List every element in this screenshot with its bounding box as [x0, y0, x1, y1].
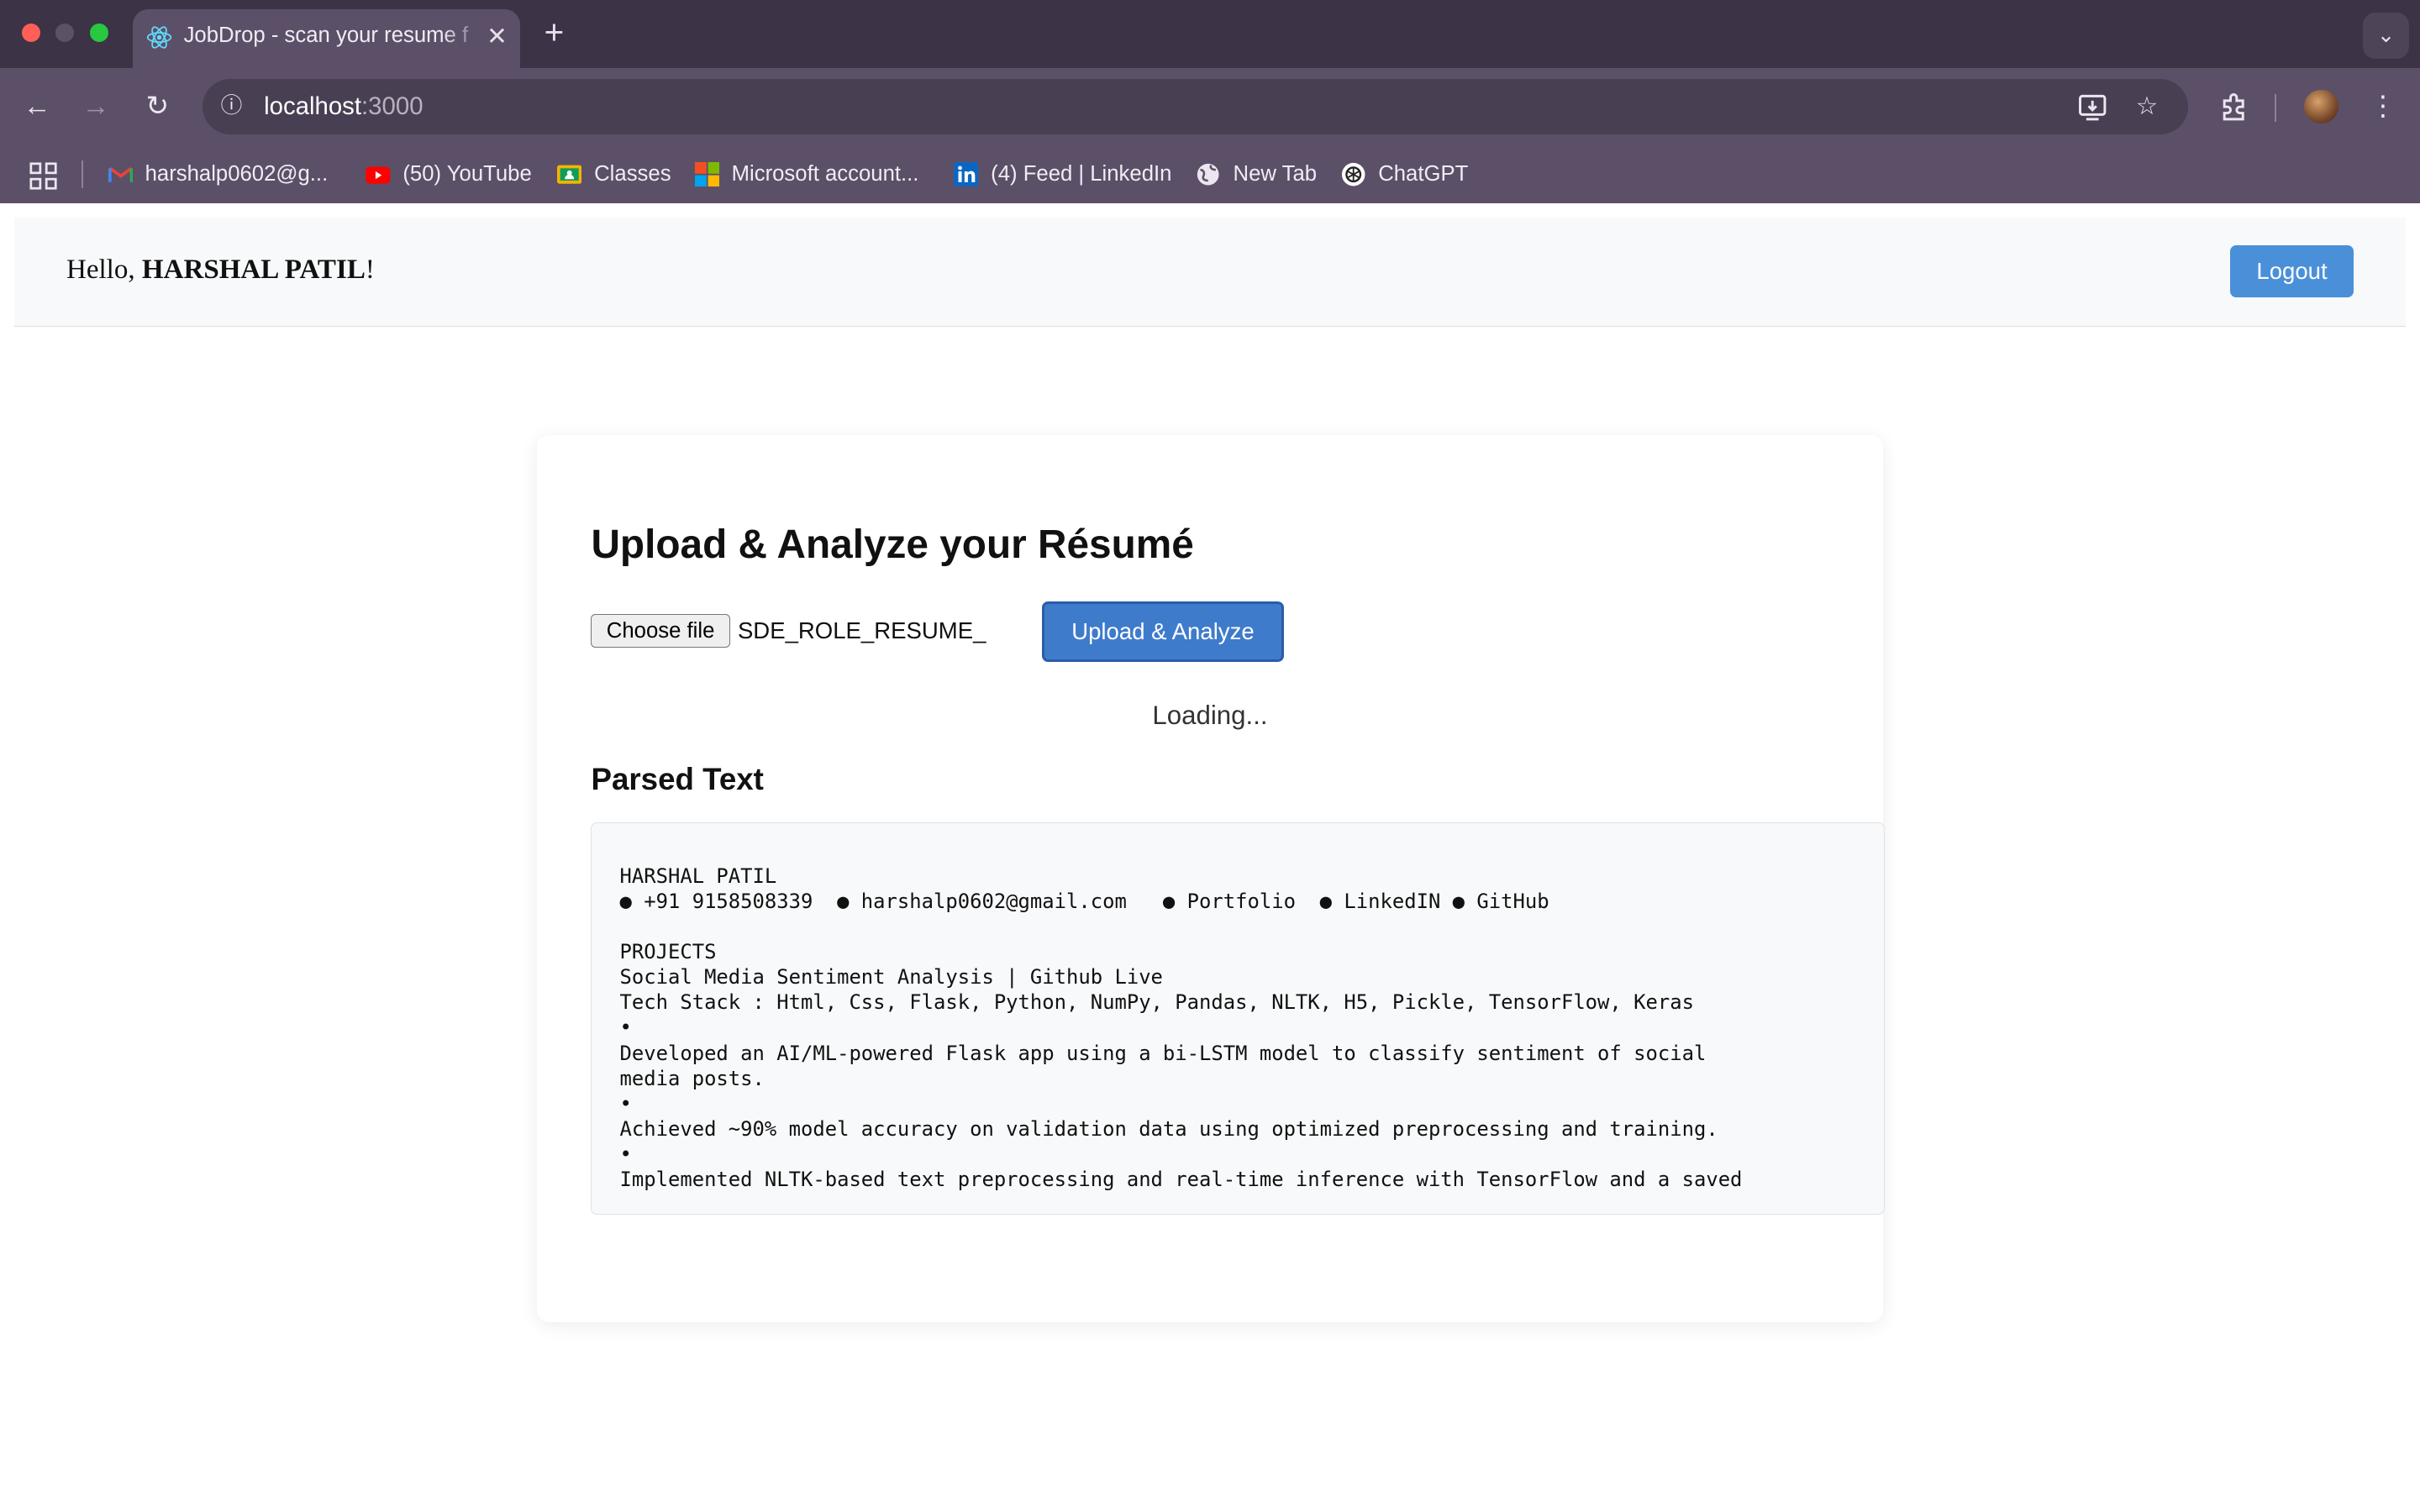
microsoft-icon [694, 161, 719, 187]
bookmark-youtube[interactable]: (50) YouTube [366, 157, 532, 191]
greeting-text: Hello, HARSHAL PATIL! [66, 255, 375, 286]
site-info-icon[interactable]: ⓘ [216, 91, 247, 122]
parsed-text-panel[interactable]: HARSHAL PATIL ● +91 9158508339 ● harshal… [591, 822, 1885, 1215]
linkedin-icon [954, 161, 979, 187]
tab-title: JobDrop - scan your resume f [183, 23, 469, 47]
choose-file-button[interactable]: Choose file [591, 614, 730, 648]
profile-avatar[interactable] [2304, 89, 2338, 123]
close-window-button[interactable] [21, 23, 40, 42]
install-app-icon[interactable] [2075, 90, 2109, 123]
bookmark-new-tab[interactable]: New Tab [1196, 157, 1317, 191]
more-menu-icon[interactable]: ⋮ [2366, 90, 2400, 123]
bookmarks-divider [82, 160, 84, 189]
user-name: HARSHAL PATIL [141, 255, 366, 286]
browser-tab-strip: JobDrop - scan your resume f ✕ + ⌄ [0, 0, 2420, 68]
url-text[interactable]: localhost:3000 [264, 92, 423, 121]
bookmark-microsoft[interactable]: Microsoft account... [694, 157, 918, 191]
chatgpt-icon [1342, 162, 1365, 186]
logout-button[interactable]: Logout [2230, 245, 2354, 298]
selected-file-name: SDE_ROLE_RESUME_ [737, 617, 986, 643]
parsed-text-heading: Parsed Text [591, 762, 764, 797]
react-icon [146, 25, 171, 49]
minimize-window-button[interactable] [55, 23, 75, 42]
chevron-down-icon[interactable]: ⌄ [2363, 12, 2410, 59]
apps-grid-icon[interactable] [29, 162, 57, 190]
extensions-icon[interactable] [2217, 90, 2250, 123]
page-title: Upload & Analyze your Résumé [591, 522, 1194, 567]
back-arrow-icon[interactable]: ← [20, 90, 54, 123]
browser-tab-active[interactable]: JobDrop - scan your resume f ✕ [132, 9, 520, 68]
upload-analyze-button[interactable]: Upload & Analyze [1041, 601, 1285, 662]
forward-arrow-icon[interactable]: → [79, 90, 113, 123]
bookmark-star-icon[interactable]: ☆ [2130, 90, 2164, 123]
classroom-icon [557, 165, 582, 184]
toolbar-divider [2275, 94, 2277, 123]
app-header: Hello, HARSHAL PATIL! Logout [13, 217, 2407, 327]
new-tab-icon[interactable]: + [537, 15, 571, 49]
bookmark-linkedin[interactable]: (4) Feed | LinkedIn [954, 157, 1171, 191]
youtube-icon [366, 166, 391, 184]
globe-icon [1197, 163, 1220, 186]
parsed-text-content: HARSHAL PATIL ● +91 9158508339 ● harshal… [619, 864, 1743, 1192]
browser-toolbar: ← → ↻ ⓘ localhost:3000 ☆ ⋮ [0, 67, 2420, 145]
reload-icon[interactable]: ↻ [140, 90, 174, 123]
bookmarks-bar: harshalp0602@g... (50) YouTube Classes M… [0, 144, 2420, 204]
loading-status: Loading... [1152, 700, 1268, 730]
bookmark-gmail[interactable]: harshalp0602@g... [108, 157, 328, 191]
gmail-icon [108, 166, 133, 182]
close-icon[interactable]: ✕ [481, 22, 513, 53]
address-bar[interactable]: ⓘ localhost:3000 ☆ [202, 78, 2189, 134]
maximize-window-button[interactable] [89, 23, 108, 42]
bookmark-classes[interactable]: Classes [557, 157, 671, 191]
bookmark-chatgpt[interactable]: ChatGPT [1341, 157, 1468, 191]
